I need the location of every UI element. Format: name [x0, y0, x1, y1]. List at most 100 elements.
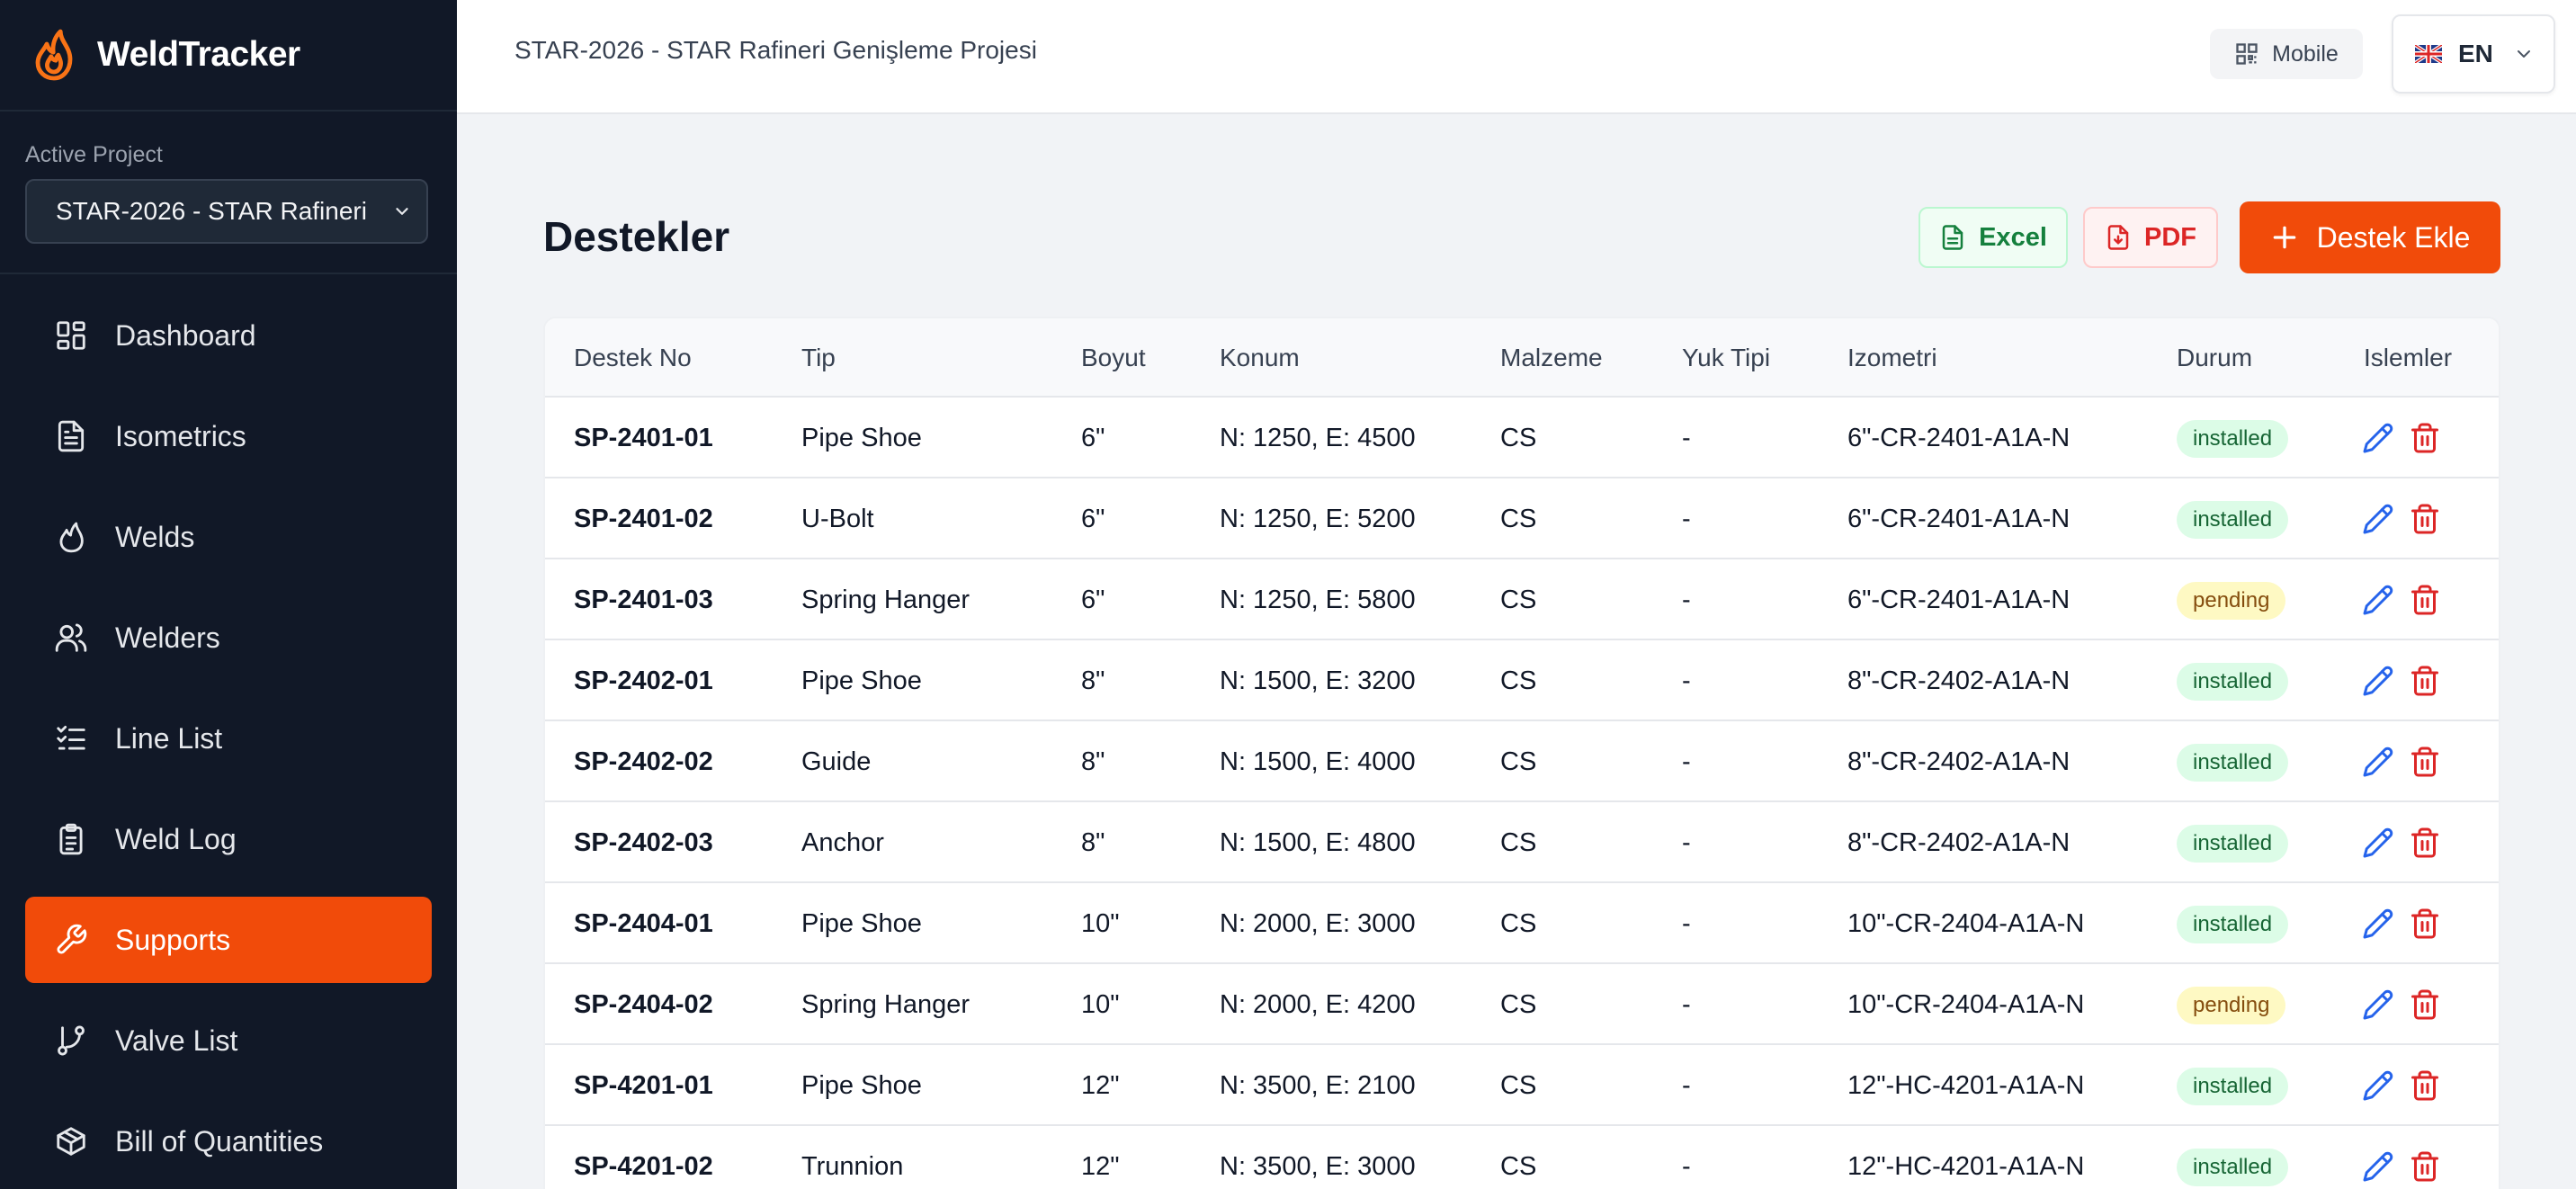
- table-row[interactable]: SP-4201-02 Trunnion 12" N: 3500, E: 3000 CS -…: [545, 1124, 2499, 1189]
- cell-load-type: -: [1682, 747, 1691, 776]
- delete-icon[interactable]: [2409, 907, 2441, 940]
- sidebar-item-valve-list[interactable]: Valve List: [25, 997, 432, 1084]
- column-header[interactable]: Yuk Tipi: [1682, 344, 1770, 372]
- edit-icon[interactable]: [2362, 422, 2394, 454]
- column-header[interactable]: Tip: [801, 344, 836, 372]
- delete-icon[interactable]: [2409, 1069, 2441, 1102]
- project-select[interactable]: STAR-2026 - STAR Rafineri: [25, 179, 428, 244]
- delete-icon[interactable]: [2409, 746, 2441, 778]
- delete-icon[interactable]: [2409, 827, 2441, 859]
- list-check-icon: [57, 725, 85, 750]
- sidebar-item-label: Valve List: [115, 1024, 238, 1057]
- cell-support-no: SP-2401-01: [574, 424, 713, 452]
- cell-load-type: -: [1682, 1071, 1691, 1100]
- edit-icon[interactable]: [2362, 827, 2394, 859]
- table-row[interactable]: SP-2404-01 Pipe Shoe 10" N: 2000, E: 3000 CS…: [545, 881, 2499, 962]
- edit-icon[interactable]: [2362, 1069, 2394, 1102]
- cell-load-type: -: [1682, 505, 1691, 533]
- status-badge: installed: [2177, 501, 2289, 539]
- add-support-label: Destek Ekle: [2316, 220, 2471, 254]
- column-header[interactable]: Izometri: [1847, 344, 1937, 372]
- edit-icon[interactable]: [2362, 746, 2394, 778]
- table-row[interactable]: SP-2401-01 Pipe Shoe 6" N: 1250, E: 4500 CS -…: [545, 396, 2499, 477]
- sidebar-item-weld-log[interactable]: Weld Log: [25, 796, 432, 882]
- cell-support-no: SP-2402-02: [574, 747, 713, 776]
- cell-size: 8": [1081, 747, 1105, 776]
- cell-support-no: SP-2402-01: [574, 666, 713, 695]
- edit-icon[interactable]: [2362, 988, 2394, 1021]
- cell-location: N: 3500, E: 3000: [1220, 1152, 1416, 1181]
- table-row[interactable]: SP-4201-01 Pipe Shoe 12" N: 3500, E: 2100 CS…: [545, 1043, 2499, 1124]
- table-row[interactable]: SP-2402-02 Guide 8" N: 1500, E: 4000 CS - 8"-C…: [545, 720, 2499, 800]
- brand[interactable]: WeldTracker: [0, 0, 457, 112]
- language-selector[interactable]: EN: [2392, 14, 2555, 94]
- cell-size: 6": [1081, 586, 1105, 614]
- sidebar-item-label: Supports: [115, 923, 231, 956]
- edit-icon[interactable]: [2362, 503, 2394, 535]
- cell-size: 12": [1081, 1071, 1120, 1100]
- project-title: STAR-2026 - STAR Rafineri Genişleme Proj…: [514, 36, 1037, 64]
- table-row[interactable]: SP-2402-01 Pipe Shoe 8" N: 1500, E: 3200 CS -…: [545, 639, 2499, 720]
- cell-support-no: SP-2401-02: [574, 505, 713, 533]
- qr-code-icon: [2236, 43, 2258, 65]
- cell-isometric: 12"-HC-4201-A1A-N: [1847, 1071, 2085, 1100]
- column-header[interactable]: Konum: [1220, 344, 1300, 372]
- cell-isometric: 6"-CR-2401-A1A-N: [1847, 586, 2071, 614]
- add-support-button[interactable]: Destek Ekle: [2240, 201, 2500, 273]
- delete-icon[interactable]: [2409, 988, 2441, 1021]
- cell-type: U-Bolt: [801, 505, 874, 533]
- delete-icon[interactable]: [2409, 503, 2441, 535]
- column-header[interactable]: Boyut: [1081, 344, 1146, 372]
- cell-material: CS: [1500, 666, 1537, 695]
- table-row[interactable]: SP-2401-03 Spring Hanger 6" N: 1250, E: 580…: [545, 558, 2499, 639]
- edit-icon[interactable]: [2362, 665, 2394, 697]
- cell-location: N: 2000, E: 3000: [1220, 909, 1416, 938]
- cell-isometric: 6"-CR-2401-A1A-N: [1847, 505, 2071, 533]
- file-spreadsheet-icon: [1942, 225, 1963, 250]
- cell-size: 10": [1081, 990, 1120, 1019]
- dashboard-icon: [57, 321, 85, 350]
- sidebar-item-welds[interactable]: Welds: [25, 494, 432, 580]
- cell-size: 6": [1081, 505, 1105, 533]
- status-badge: installed: [2177, 1149, 2289, 1186]
- status-badge: installed: [2177, 663, 2289, 701]
- cell-type: Anchor: [801, 828, 884, 857]
- cell-type: Pipe Shoe: [801, 666, 922, 695]
- table-row[interactable]: SP-2404-02 Spring Hanger 10" N: 2000, E: 42…: [545, 962, 2499, 1043]
- cell-size: 10": [1081, 909, 1120, 938]
- cell-location: N: 3500, E: 2100: [1220, 1071, 1416, 1100]
- edit-icon[interactable]: [2362, 584, 2394, 616]
- delete-icon[interactable]: [2409, 584, 2441, 616]
- column-header[interactable]: Durum: [2177, 344, 2252, 372]
- cell-load-type: -: [1682, 586, 1691, 614]
- delete-icon[interactable]: [2409, 1150, 2441, 1183]
- cell-load-type: -: [1682, 909, 1691, 938]
- cell-location: N: 1500, E: 3200: [1220, 666, 1416, 695]
- sidebar-item-line-list[interactable]: Line List: [25, 695, 432, 782]
- table-row[interactable]: SP-2401-02 U-Bolt 6" N: 1250, E: 5200 CS - 6"-…: [545, 477, 2499, 558]
- sidebar-item-isometrics[interactable]: Isometrics: [25, 393, 432, 479]
- column-header[interactable]: Destek No: [574, 344, 692, 372]
- edit-icon[interactable]: [2362, 907, 2394, 940]
- cell-type: Spring Hanger: [801, 586, 970, 614]
- clipboard-icon: [59, 823, 83, 855]
- cell-load-type: -: [1682, 1152, 1691, 1181]
- table-row[interactable]: SP-2402-03 Anchor 8" N: 1500, E: 4800 CS - 8"-…: [545, 800, 2499, 881]
- excel-export-button[interactable]: Excel: [1919, 207, 2068, 268]
- sidebar-item-supports[interactable]: Supports: [25, 897, 432, 983]
- pdf-export-button[interactable]: PDF: [2083, 207, 2218, 268]
- sidebar-item-dashboard[interactable]: Dashboard: [25, 292, 432, 379]
- cell-isometric: 8"-CR-2402-A1A-N: [1847, 666, 2071, 695]
- mobile-button[interactable]: Mobile: [2210, 29, 2363, 79]
- cell-support-no: SP-2404-02: [574, 990, 713, 1019]
- page-title: Destekler: [543, 213, 730, 260]
- sidebar-item-label: Bill of Quantities: [115, 1124, 324, 1158]
- delete-icon[interactable]: [2409, 665, 2441, 697]
- edit-icon[interactable]: [2362, 1150, 2394, 1183]
- sidebar-item-bill-of-quantities[interactable]: Bill of Quantities: [25, 1098, 432, 1185]
- cell-load-type: -: [1682, 990, 1691, 1019]
- delete-icon[interactable]: [2409, 422, 2441, 454]
- sidebar-item-welders[interactable]: Welders: [25, 594, 432, 681]
- column-header[interactable]: Malzeme: [1500, 344, 1603, 372]
- cell-type: Guide: [801, 747, 872, 776]
